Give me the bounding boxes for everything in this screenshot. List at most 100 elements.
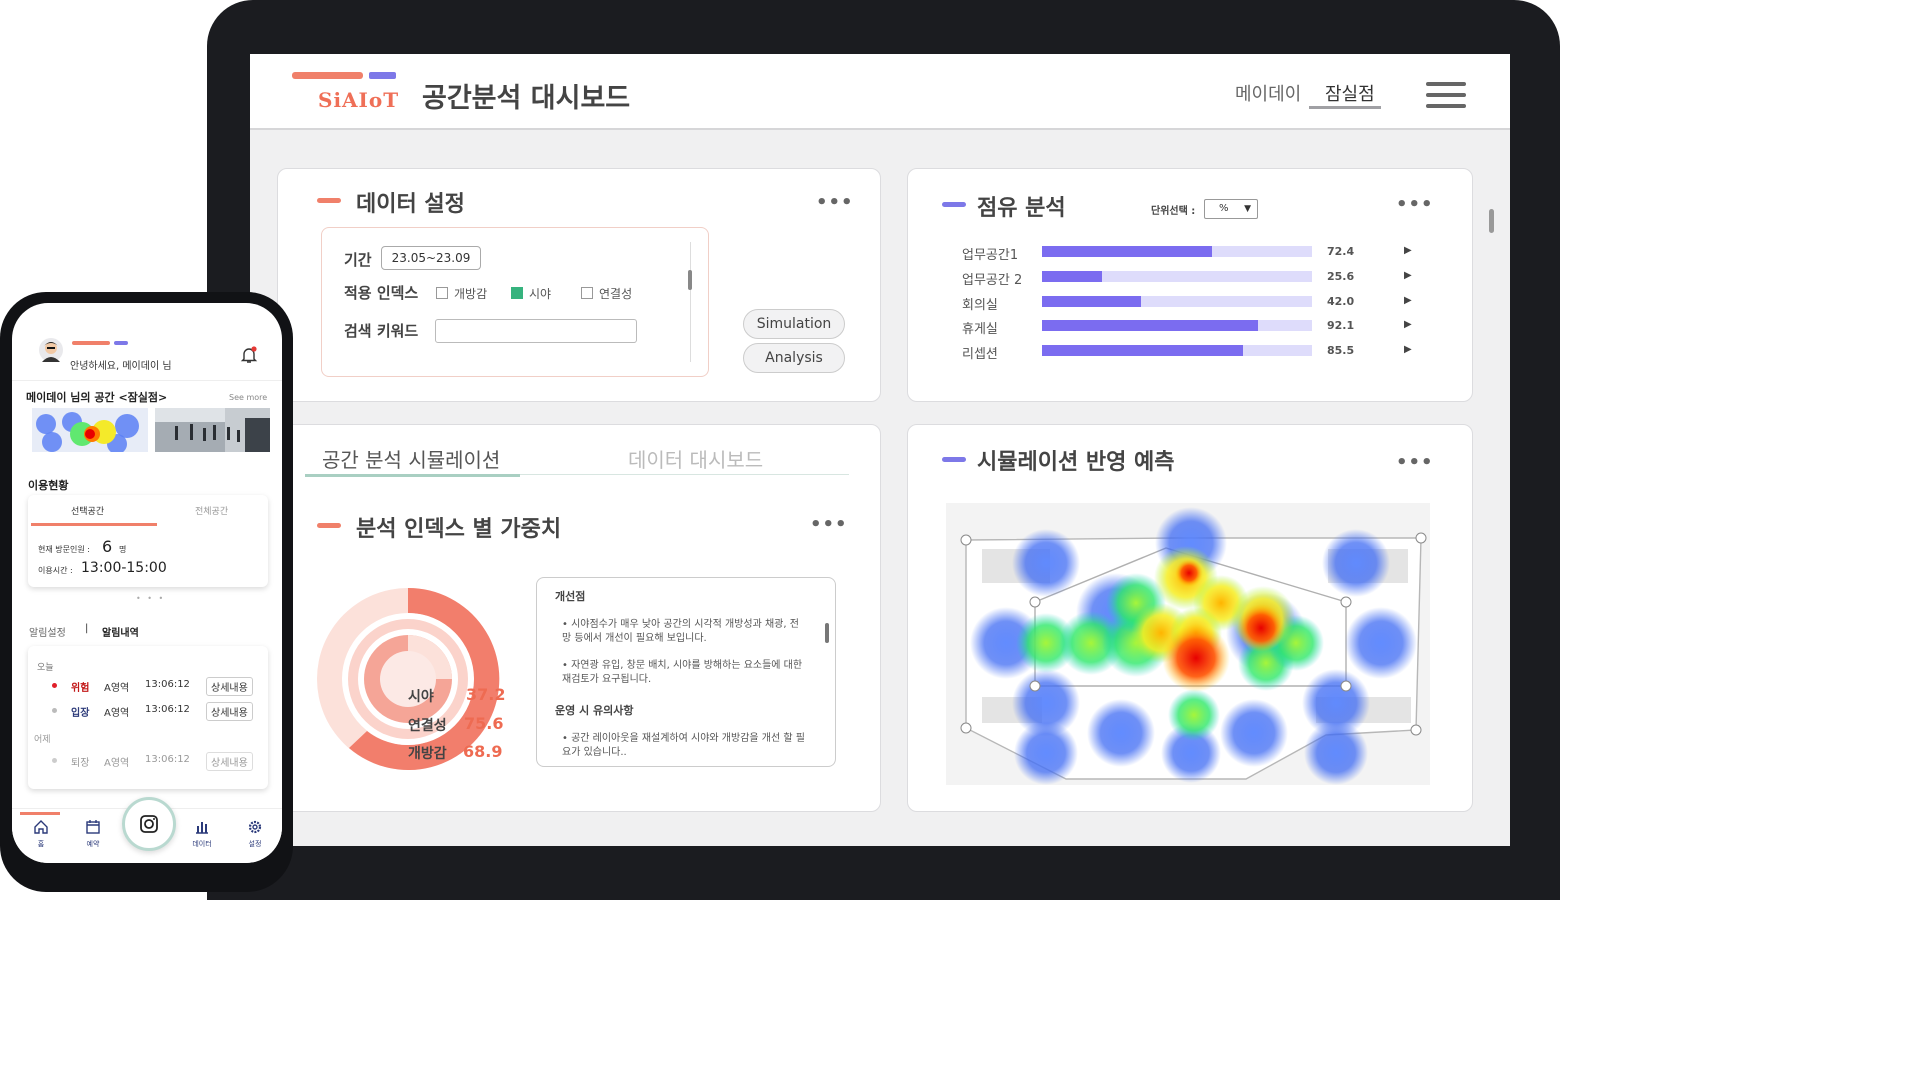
avatar[interactable] xyxy=(39,338,63,362)
title-accent xyxy=(942,457,966,462)
checkbox-connectivity[interactable]: 연결성 xyxy=(581,285,632,302)
heatmap-floorplan xyxy=(946,503,1430,785)
nav-reservation[interactable]: 예약 xyxy=(78,819,108,849)
simulation-button[interactable]: Simulation xyxy=(743,309,845,339)
expand-arrow-icon[interactable]: ▶ xyxy=(1404,295,1412,306)
alert-row[interactable]: 퇴장 A영역 13:06:12 상세내용 xyxy=(38,752,266,772)
time-value: 13:00-15:00 xyxy=(81,560,167,576)
right-scrollbar[interactable] xyxy=(1489,209,1494,233)
notes-scroll-thumb[interactable] xyxy=(825,623,829,643)
chevron-down-icon: ▼ xyxy=(1244,204,1251,214)
more-options-icon[interactable]: ••• xyxy=(816,192,854,213)
alert-type: 퇴장 xyxy=(71,758,90,769)
occupancy-title: 점유 분석 xyxy=(977,196,1066,221)
occupancy-bar-track xyxy=(1042,345,1312,357)
alert-time: 13:06:12 xyxy=(145,679,190,690)
phone-screen: 안녕하세요, 메이데이 님 메이데이 님의 공간 <잠실점> See more xyxy=(12,303,282,863)
nav-data[interactable]: 데이터 xyxy=(187,819,217,849)
analysis-button[interactable]: Analysis xyxy=(743,343,845,373)
expand-arrow-icon[interactable]: ▶ xyxy=(1404,319,1412,330)
cctv-photo[interactable] xyxy=(155,408,270,452)
occupancy-bar xyxy=(1042,320,1259,332)
expand-arrow-icon[interactable]: ▶ xyxy=(1404,344,1412,355)
weight-label-connectivity: 연결성 xyxy=(408,718,447,734)
pager-dots[interactable]: • • • xyxy=(136,594,165,603)
alert-setting-tab[interactable]: 알림설정 xyxy=(29,624,66,639)
alert-area: A영역 xyxy=(104,708,130,719)
alert-row[interactable]: 입장 A영역 13:06:12 상세내용 xyxy=(38,702,266,722)
occupancy-value: 25.6 xyxy=(1327,269,1355,283)
store-branch[interactable]: 잠실점 xyxy=(1325,80,1375,106)
info-dot-icon xyxy=(52,758,57,763)
period-field[interactable]: 23.05~23.09 xyxy=(381,246,481,270)
dashboard-screen: SiAIoT 공간분석 대시보드 메이데이 잠실점 데이터 설정 ••• 기간 … xyxy=(250,54,1510,846)
weights-title: 분석 인덱스 별 가중치 xyxy=(356,517,562,542)
visitors-value: 6 xyxy=(102,537,113,556)
alert-type: 입장 xyxy=(71,708,90,719)
weight-label-openness: 개방감 xyxy=(408,746,447,762)
see-more-link[interactable]: See more xyxy=(229,393,267,402)
settings-scrollbar[interactable] xyxy=(690,242,691,362)
usage-tab-selected[interactable]: 선택공간 xyxy=(71,504,104,517)
occupancy-value: 72.4 xyxy=(1327,245,1355,258)
usage-tab-all[interactable]: 전체공간 xyxy=(195,504,228,517)
occupancy-bar xyxy=(1042,270,1103,282)
period-label: 기간 xyxy=(344,251,372,269)
note-item: • 시야점수가 매우 낮아 공간의 시각적 개방성과 채광, 전망 등에서 개선… xyxy=(562,619,799,644)
checkbox-view[interactable]: 시야 xyxy=(511,285,551,302)
occupancy-bar xyxy=(1042,345,1243,357)
detail-button[interactable]: 상세내용 xyxy=(206,752,253,771)
camera-button[interactable] xyxy=(122,797,176,851)
tab-active-indicator xyxy=(305,474,520,477)
more-options-icon[interactable]: ••• xyxy=(1396,452,1434,473)
tab-data-dashboard[interactable]: 데이터 대시보드 xyxy=(628,444,763,473)
alert-type: 위험 xyxy=(71,683,90,694)
nav-home[interactable]: 홈 xyxy=(26,819,56,849)
alert-area: A영역 xyxy=(104,683,130,694)
page-title: 공간분석 대시보드 xyxy=(422,83,631,114)
occupancy-row-label: 리셉션 xyxy=(962,347,998,363)
unit-select[interactable]: % ▼ xyxy=(1204,199,1258,219)
checkbox-box[interactable] xyxy=(436,287,448,299)
expand-arrow-icon[interactable]: ▶ xyxy=(1404,270,1412,281)
alert-separator: | xyxy=(85,623,89,634)
expand-arrow-icon[interactable]: ▶ xyxy=(1404,245,1412,256)
calendar-icon xyxy=(86,820,100,834)
alert-row[interactable]: 위험 A영역 13:06:12 상세내용 xyxy=(38,677,266,697)
logo-accent-coral xyxy=(292,72,363,79)
checkbox-openness[interactable]: 개방감 xyxy=(436,285,487,302)
occupancy-row-label: 업무공간1 xyxy=(962,248,1019,263)
detail-button[interactable]: 상세내용 xyxy=(206,677,253,696)
occupancy-row-label: 회의실 xyxy=(962,297,998,313)
menu-icon[interactable] xyxy=(1426,82,1466,108)
danger-dot-icon xyxy=(52,683,57,688)
logo[interactable]: SiAIoT xyxy=(318,88,399,112)
more-options-icon[interactable]: ••• xyxy=(1396,194,1434,215)
gear-icon xyxy=(248,820,262,834)
detail-button[interactable]: 상세내용 xyxy=(206,702,253,721)
checkbox-box[interactable] xyxy=(511,287,523,299)
occupancy-bar xyxy=(1042,295,1141,307)
alert-time: 13:06:12 xyxy=(145,704,190,715)
index-label: 적용 인덱스 xyxy=(344,284,419,302)
tab-simulation[interactable]: 공간 분석 시뮬레이션 xyxy=(322,444,500,473)
chart-icon xyxy=(196,822,208,834)
title-accent xyxy=(317,198,341,203)
store-branch-underline xyxy=(1309,106,1381,109)
occupancy-bar-track xyxy=(1042,295,1312,307)
store-name[interactable]: 메이데이 xyxy=(1235,80,1301,106)
bell-icon[interactable] xyxy=(239,345,259,365)
keyword-input[interactable] xyxy=(435,319,637,343)
settings-scroll-thumb[interactable] xyxy=(688,270,692,290)
weight-value-view: 37.2 xyxy=(466,685,506,704)
usage-title: 이용현황 xyxy=(28,479,69,492)
more-options-icon[interactable]: ••• xyxy=(810,514,848,535)
note-item: • 자연광 유입, 창문 배치, 시야를 방해하는 요소들에 대한 재검토가 요… xyxy=(562,660,803,685)
occupancy-bar xyxy=(1042,246,1213,257)
checkbox-box[interactable] xyxy=(581,287,593,299)
alert-history-tab[interactable]: 알림내역 xyxy=(102,624,139,639)
visitors-label: 현재 방문인원 : xyxy=(38,545,90,554)
nav-settings[interactable]: 설정 xyxy=(240,819,270,849)
mini-heatmap-image[interactable] xyxy=(32,408,148,452)
period-value: 23.05~23.09 xyxy=(391,251,471,265)
